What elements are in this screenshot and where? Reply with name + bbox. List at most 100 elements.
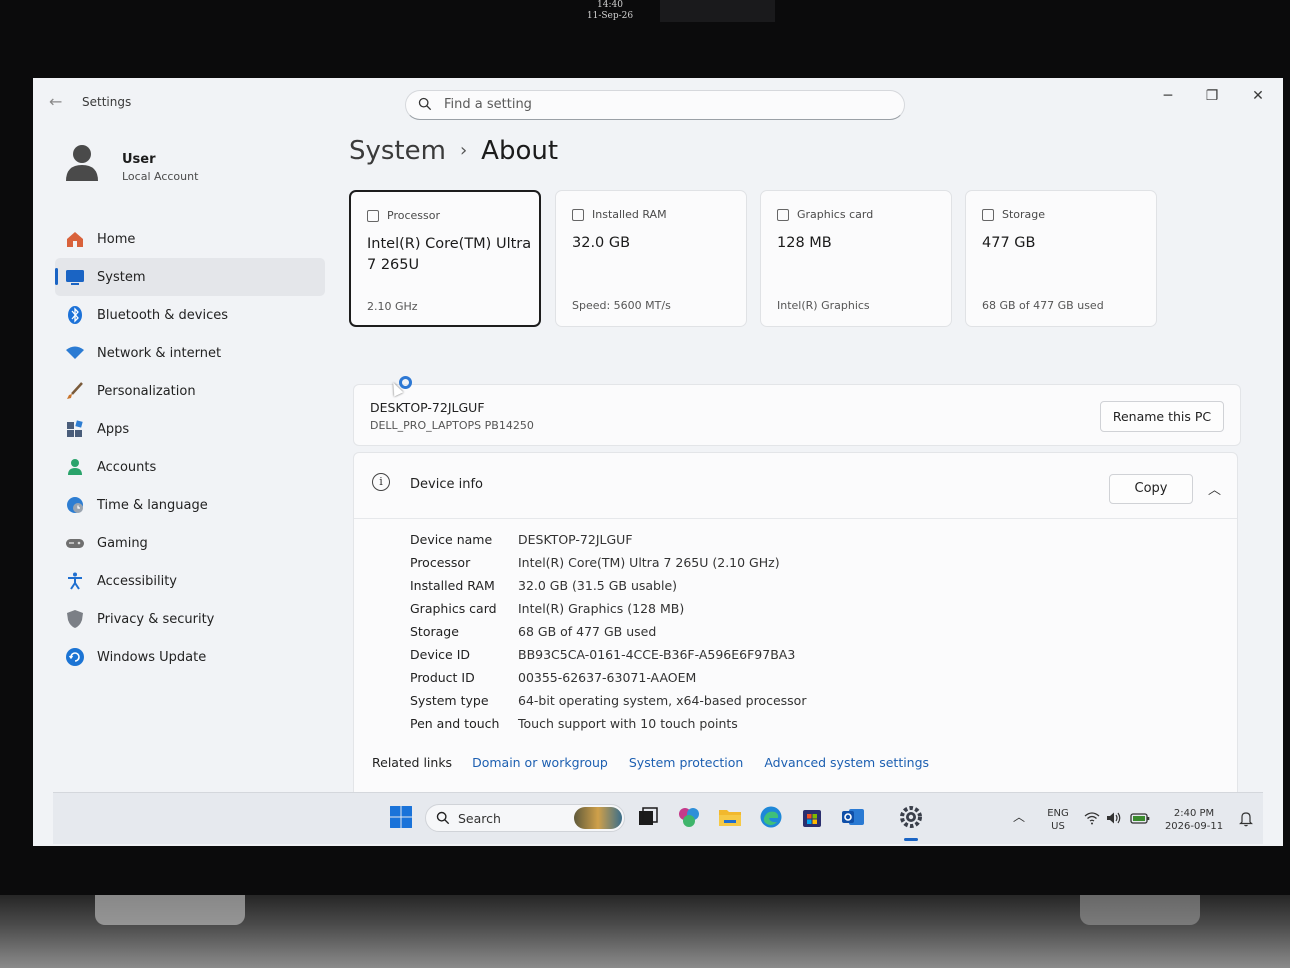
spec-row: Processor Intel(R) Core(TM) Ultra 7 265U … [410, 551, 806, 574]
notification-bell-icon[interactable] [1239, 811, 1253, 827]
sidebar-item-windows-update[interactable]: Windows Update [55, 638, 325, 676]
system-protection-link[interactable]: System protection [629, 755, 743, 770]
sidebar-item-privacy-security[interactable]: Privacy & security [55, 600, 325, 638]
sidebar-item-network[interactable]: Network & internet [55, 334, 325, 372]
sidebar-item-label: Apps [97, 421, 130, 437]
graphics-icon [777, 208, 789, 221]
active-app-indicator [904, 838, 918, 841]
battery-icon[interactable] [1130, 811, 1150, 825]
search-icon [418, 97, 432, 111]
sidebar-item-personalization[interactable]: Personalization [55, 372, 325, 410]
outlook-icon[interactable] [841, 805, 865, 829]
card-header: Graphics card [777, 208, 873, 221]
processor-card[interactable]: Processor Intel(R) Core(TM) Ultra 7 265U… [349, 190, 541, 327]
domain-workgroup-link[interactable]: Domain or workgroup [472, 755, 608, 770]
settings-search-input[interactable]: Find a setting [405, 90, 905, 120]
maximize-button[interactable]: ❐ [1197, 88, 1227, 110]
spec-key: Pen and touch [410, 716, 500, 731]
edge-icon[interactable] [759, 805, 783, 829]
card-header: Processor [367, 209, 440, 222]
sidebar-item-accounts[interactable]: Accounts [55, 448, 325, 486]
accessibility-icon [65, 571, 85, 591]
sidebar-item-label: Network & internet [97, 345, 222, 361]
card-header-label: Storage [1002, 208, 1046, 221]
chevron-up-icon[interactable]: ︿ [1208, 479, 1221, 498]
user-profile[interactable]: User Local Account [63, 143, 323, 191]
spec-value: 64-bit operating system, x64-based proce… [518, 693, 807, 708]
card-value: 128 MB [777, 235, 832, 251]
card-footer: Speed: 5600 MT/s [572, 299, 671, 312]
sidebar-item-time-language[interactable]: Time & language [55, 486, 325, 524]
spec-key: Device ID [410, 647, 471, 662]
advanced-system-settings-link[interactable]: Advanced system settings [764, 755, 929, 770]
search-highlight-icon [574, 807, 622, 829]
rename-pc-button[interactable]: Rename this PC [1100, 401, 1224, 432]
related-links: Related links Domain or workgroup System… [372, 755, 950, 770]
wifi-tray-icon[interactable] [1084, 811, 1100, 825]
photo-clock-time: 14:40 [597, 0, 623, 10]
graphics-card[interactable]: Graphics card 128 MB Intel(R) Graphics [760, 190, 952, 327]
sidebar-nav: Home System Bluetooth & devices Network … [55, 220, 325, 676]
windows-start-icon[interactable] [389, 805, 413, 829]
breadcrumb-parent[interactable]: System [349, 136, 446, 166]
system-icon [65, 267, 85, 287]
sidebar-item-gaming[interactable]: Gaming [55, 524, 325, 562]
device-name-row: DESKTOP-72JLGUF DELL_PRO_LAPTOPS PB14250… [353, 384, 1241, 446]
processor-icon [367, 209, 379, 222]
laptop-hinge-left [95, 895, 245, 925]
tray-date: 2026-09-11 [1164, 821, 1224, 832]
storage-card[interactable]: Storage 477 GB 68 GB of 477 GB used [965, 190, 1157, 327]
file-explorer-icon[interactable] [718, 805, 742, 829]
m365-icon[interactable] [677, 805, 701, 829]
task-view-icon[interactable] [636, 805, 660, 829]
settings-gear-icon[interactable] [899, 805, 923, 829]
globe-clock-icon [65, 495, 85, 515]
storage-icon [982, 208, 994, 221]
minimize-button[interactable]: ─ [1153, 88, 1183, 110]
sidebar-item-label: Windows Update [97, 649, 207, 665]
card-footer: Intel(R) Graphics [777, 299, 870, 312]
card-header: Storage [982, 208, 1045, 221]
tray-overflow-chevron-icon[interactable]: ︿ [1013, 811, 1025, 824]
store-icon[interactable] [800, 805, 824, 829]
tray-clock[interactable]: 2:40 PM 2026-09-11 [1159, 807, 1229, 833]
gamepad-icon [65, 533, 85, 553]
taskbar: Search ︿ ENG US 2:40 PM 2026-09-11 [53, 792, 1263, 844]
wifi-icon [65, 343, 85, 363]
sidebar-item-home[interactable]: Home [55, 220, 325, 258]
sidebar-item-bluetooth[interactable]: Bluetooth & devices [55, 296, 325, 334]
spec-row: Graphics card Intel(R) Graphics (128 MB) [410, 597, 806, 620]
spec-key: Storage [410, 624, 459, 639]
search-placeholder: Find a setting [444, 97, 532, 112]
taskbar-search[interactable]: Search [425, 804, 625, 832]
language-code: ENG [1047, 808, 1069, 819]
region-code: US [1051, 821, 1065, 832]
photo-clock: 14:40 11-Sep-26 [560, 0, 660, 24]
spec-row: Storage 68 GB of 477 GB used [410, 620, 806, 643]
card-header-label: Installed RAM [592, 208, 667, 221]
card-value: 477 GB [982, 235, 1036, 251]
volume-icon[interactable] [1106, 811, 1122, 825]
ram-card[interactable]: Installed RAM 32.0 GB Speed: 5600 MT/s [555, 190, 747, 327]
sidebar-item-system[interactable]: System [55, 258, 325, 296]
close-button[interactable]: ✕ [1243, 88, 1273, 110]
device-name: DESKTOP-72JLGUF [370, 400, 485, 415]
apps-icon [65, 419, 85, 439]
device-info-header[interactable]: i Device info Copy ︿ [354, 453, 1237, 519]
device-info-panel: i Device info Copy ︿ Device name DESKTOP-… [353, 452, 1238, 798]
language-indicator[interactable]: ENG US [1043, 807, 1073, 833]
accounts-icon [65, 457, 85, 477]
brush-icon [65, 381, 85, 401]
device-info-title: Device info [410, 477, 483, 492]
back-arrow-icon[interactable]: ← [49, 92, 62, 111]
spec-key: Device name [410, 532, 493, 547]
sidebar-item-accessibility[interactable]: Accessibility [55, 562, 325, 600]
copy-button[interactable]: Copy [1109, 474, 1193, 504]
card-footer: 68 GB of 477 GB used [982, 299, 1104, 312]
shield-icon [65, 609, 85, 629]
app-title: Settings [82, 95, 132, 109]
home-icon [65, 229, 85, 249]
sidebar-item-apps[interactable]: Apps [55, 410, 325, 448]
device-model: DELL_PRO_LAPTOPS PB14250 [370, 419, 534, 432]
spec-value: 32.0 GB (31.5 GB usable) [518, 578, 678, 593]
